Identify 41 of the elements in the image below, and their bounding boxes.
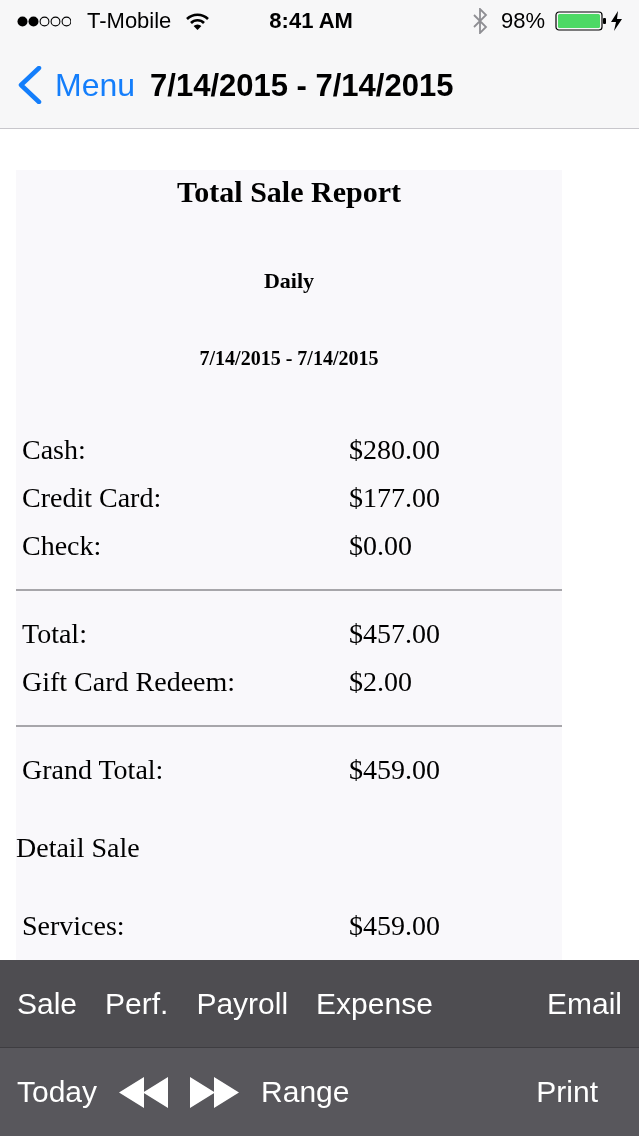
toolbar-button[interactable]: Payroll	[196, 988, 289, 1019]
toolbar-button[interactable]: Email	[547, 988, 622, 1019]
toolbar-button[interactable]: Range	[261, 1077, 350, 1107]
amount-value: $457.00	[349, 620, 440, 648]
rewind-icon	[119, 1076, 169, 1108]
amount-value: $459.00	[349, 756, 440, 784]
amount-label: Credit Card:	[22, 484, 162, 512]
bluetooth-icon	[471, 8, 488, 34]
clock-time: 8:41 AM	[269, 10, 353, 32]
fast-forward-button[interactable]	[190, 1076, 240, 1108]
rewind-button[interactable]	[119, 1076, 169, 1108]
amount-label: Cash:	[22, 436, 86, 464]
report-period: Daily	[263, 267, 315, 295]
wifi-icon	[186, 12, 210, 30]
toolbar-button[interactable]: Print	[536, 1077, 598, 1107]
carrier-name: T-Mobile	[87, 10, 172, 32]
toolbar-button[interactable]: Perf.	[105, 988, 169, 1019]
battery-icon	[555, 11, 607, 31]
battery-percentage: 98%	[500, 10, 545, 32]
toolbar-button[interactable]: Sale	[17, 988, 78, 1019]
amount-label: Check:	[22, 532, 102, 560]
toolbar-button[interactable]: Today	[17, 1077, 98, 1107]
back-button[interactable]: Menu	[17, 66, 136, 104]
section-heading: Detail Sale	[16, 834, 140, 862]
charging-bolt-icon	[611, 11, 622, 31]
toolbar-button[interactable]: Expense	[316, 988, 433, 1019]
amount-value: $177.00	[349, 484, 440, 512]
amount-label: Services:	[22, 912, 125, 940]
signal-strength-icon	[17, 15, 71, 27]
chevron-left-icon	[17, 66, 42, 104]
amount-value: $280.00	[349, 436, 440, 464]
date-range-title: 7/14/2015 - 7/14/2015	[150, 69, 454, 101]
amount-value: $459.00	[349, 912, 440, 940]
amount-label: Total:	[22, 620, 87, 648]
report-date-range: 7/14/2015 - 7/14/2015	[199, 346, 379, 371]
report-title: Total Sale Report	[177, 174, 401, 210]
amount-label: Gift Card Redeem:	[22, 668, 236, 696]
amount-value: $0.00	[349, 532, 412, 560]
fast-forward-icon	[190, 1076, 240, 1108]
amount-label: Grand Total:	[22, 756, 164, 784]
amount-value: $2.00	[349, 668, 412, 696]
